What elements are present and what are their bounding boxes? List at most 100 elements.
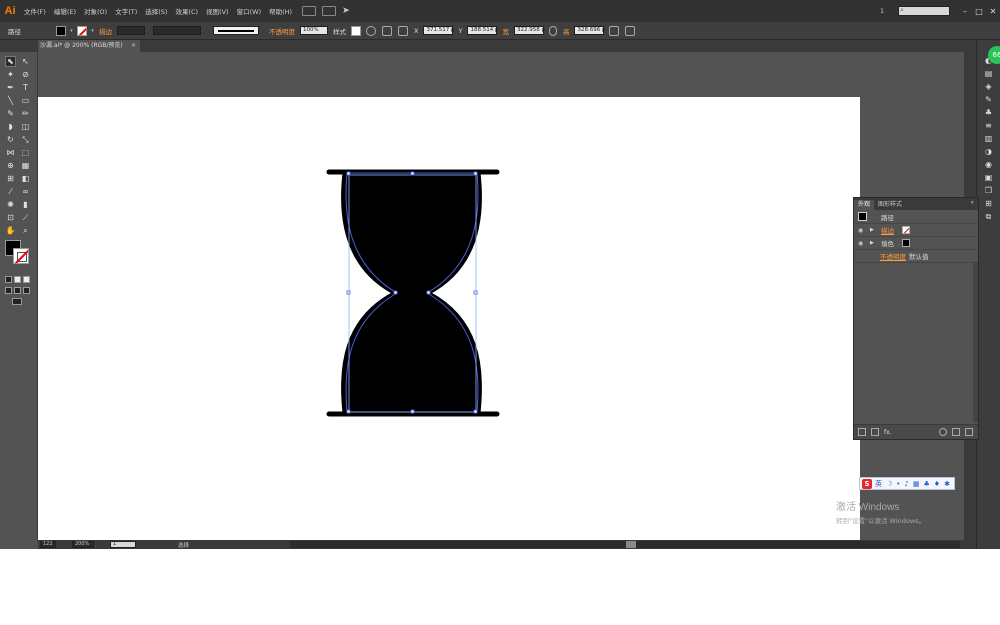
type-tool-icon[interactable]: T [20, 82, 31, 93]
draw-inside-icon[interactable] [23, 287, 30, 294]
gradient-mode-icon[interactable] [14, 276, 21, 283]
graphic-styles-panel-icon[interactable]: ▣ [984, 173, 994, 182]
add-effect-button[interactable]: fx. [884, 429, 892, 436]
menu-view[interactable]: 视图(V) [202, 6, 233, 16]
menu-edit[interactable]: 编辑(E) [50, 6, 80, 16]
brush-definition-field[interactable] [213, 26, 259, 35]
delete-item-icon[interactable] [965, 428, 973, 436]
notification-badge[interactable]: 66 [988, 46, 1000, 64]
blob-brush-tool-icon[interactable]: ◗ [5, 121, 16, 132]
clear-appearance-icon[interactable] [939, 428, 947, 436]
keyboard-icon[interactable]: ▦ [913, 480, 920, 488]
blend-tool-icon[interactable]: ∞ [20, 186, 31, 197]
hourglass-artwork[interactable] [38, 97, 860, 540]
appearance-header-row[interactable]: 路径 [854, 210, 978, 224]
send-icon[interactable]: ➤ [342, 6, 350, 16]
stroke-weight-field[interactable] [117, 26, 145, 35]
expand-triangle-icon[interactable]: ▶ [870, 227, 876, 233]
stroke-label[interactable]: 描边 [96, 26, 115, 36]
menu-effect[interactable]: 效果(C) [171, 6, 202, 16]
stroke-attribute-swatch[interactable] [902, 226, 910, 234]
current-tool-status[interactable]: 选择 [178, 541, 189, 549]
scale-tool-icon[interactable]: ⤡ [20, 134, 31, 145]
horizontal-scroll-thumb[interactable] [626, 541, 636, 548]
swatches-panel-icon[interactable]: ▤ [984, 69, 994, 78]
pathfinder-panel-icon[interactable]: ⧉ [984, 212, 994, 221]
rectangle-tool-icon[interactable]: ▭ [20, 95, 31, 106]
selection-tool-icon[interactable]: ⬉ [5, 56, 16, 67]
eye-icon[interactable]: ◉ [858, 227, 866, 234]
close-tab-icon[interactable]: × [131, 40, 136, 52]
stroke-swatch[interactable] [77, 25, 87, 36]
appearance-scrollbar[interactable] [973, 262, 978, 422]
height-field[interactable]: 328.696 p [574, 26, 605, 35]
settings-wrench-icon[interactable]: ✱ [944, 480, 950, 488]
symbols-panel-icon[interactable]: ♣ [984, 108, 994, 117]
shape-builder-tool-icon[interactable]: ⊕ [5, 160, 16, 171]
tools-panel-header[interactable] [0, 40, 37, 52]
menu-help[interactable]: 帮助(H) [265, 6, 296, 16]
search-input[interactable]: ⌕ [898, 6, 950, 16]
maximize-button[interactable]: □ [972, 0, 986, 22]
y-field[interactable]: 188.514 p [467, 26, 498, 35]
duplicate-item-icon[interactable] [952, 428, 960, 436]
brushes-panel-icon[interactable]: ✎ [984, 95, 994, 104]
close-window-button[interactable]: ✕ [986, 0, 1000, 22]
punctuation-icon[interactable]: • [896, 480, 900, 488]
graphic-style-swatch[interactable] [351, 25, 362, 36]
isolate-icon[interactable] [625, 25, 636, 36]
bridge-icon[interactable] [302, 6, 317, 16]
artboard[interactable] [38, 97, 860, 540]
pen-tool-icon[interactable]: ✒ [5, 82, 16, 93]
layers-panel-icon[interactable]: ❒ [984, 186, 994, 195]
width-tool-icon[interactable]: ⋈ [5, 147, 16, 158]
arrange-documents-icon[interactable] [322, 6, 337, 16]
tab-appearance[interactable]: 外观 [854, 200, 875, 210]
transform-icon[interactable] [609, 25, 620, 36]
fill-attribute-label[interactable]: 填色 [881, 238, 894, 248]
symbol-sprayer-tool-icon[interactable]: ✺ [5, 199, 16, 210]
stroke-color-box[interactable] [13, 248, 29, 264]
link-icon[interactable] [548, 25, 557, 36]
zoom-field[interactable]: 200% [72, 541, 94, 548]
artboard-navigator-field[interactable]: 1 [110, 541, 136, 548]
appearance-row-fill[interactable]: ◉ ▶ 填色 [854, 237, 978, 250]
ime-language-toggle[interactable]: 英 [875, 479, 882, 489]
draw-behind-icon[interactable] [14, 287, 21, 294]
pencil-tool-icon[interactable]: ✏ [20, 108, 31, 119]
workspace-switcher[interactable]: 1 [880, 8, 884, 15]
variable-width-field[interactable] [153, 26, 201, 35]
stroke-panel-icon[interactable]: ≡ [984, 121, 994, 130]
moon-icon[interactable]: ☽ [886, 480, 892, 488]
rotate-tool-icon[interactable]: ↻ [5, 134, 16, 145]
gradient-tool-icon[interactable]: ◧ [20, 173, 31, 184]
fill-dropdown-icon[interactable]: ▾ [68, 26, 75, 36]
screen-mode-icon[interactable] [12, 298, 22, 305]
none-mode-icon[interactable] [23, 276, 30, 283]
add-new-fill-icon[interactable] [871, 428, 879, 436]
slice-tool-icon[interactable]: ⟋ [20, 212, 31, 223]
appearance-panel-icon[interactable]: ◉ [984, 160, 994, 169]
stroke-attribute-label[interactable]: 描边 [881, 225, 894, 235]
paintbrush-tool-icon[interactable]: ✎ [5, 108, 16, 119]
transparency-panel-icon[interactable]: ◑ [984, 147, 994, 156]
document-tab[interactable]: 沙漏.ai* @ 200% (RGB/预览) × [22, 40, 140, 52]
tab-graphic-styles[interactable]: 图形样式 [874, 200, 906, 210]
stroke-dropdown-icon[interactable]: ▾ [89, 26, 96, 36]
transform-reference-icon[interactable] [398, 25, 409, 36]
column-graph-tool-icon[interactable]: ▮ [20, 199, 31, 210]
opacity-attribute-label[interactable]: 不透明度 [880, 251, 906, 261]
magic-wand-tool-icon[interactable]: ✦ [5, 69, 16, 80]
menu-object[interactable]: 对象(O) [80, 6, 111, 16]
fill-stroke-widget[interactable] [0, 240, 37, 272]
menu-select[interactable]: 选择(S) [141, 6, 171, 16]
draw-normal-icon[interactable] [5, 287, 12, 294]
recolor-artwork-icon[interactable] [366, 25, 377, 36]
align-icon[interactable] [382, 25, 393, 36]
expand-triangle-icon[interactable]: ▶ [870, 240, 876, 246]
minimize-button[interactable]: – [958, 0, 972, 22]
artboards-panel-icon[interactable]: ⊞ [984, 199, 994, 208]
pasteboard[interactable] [38, 52, 976, 540]
artboard-tool-icon[interactable]: ⊡ [5, 212, 16, 223]
zoom-tool-icon[interactable]: ⌕ [20, 225, 31, 236]
